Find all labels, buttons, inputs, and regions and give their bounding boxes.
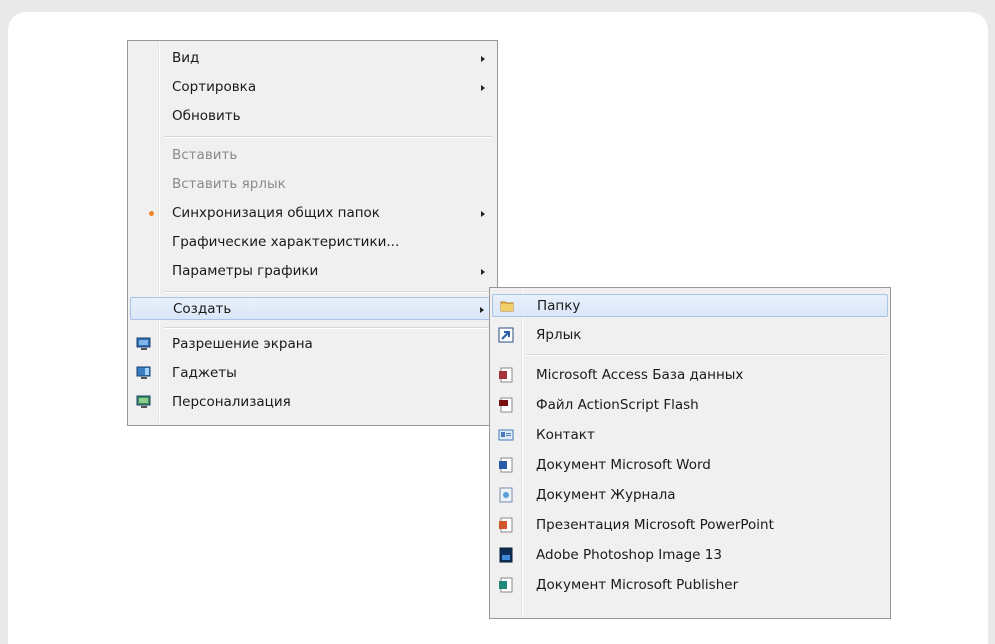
publisher-icon bbox=[498, 577, 514, 593]
word-icon bbox=[498, 457, 514, 473]
flash-file-icon bbox=[498, 397, 514, 413]
photoshop-icon bbox=[498, 547, 514, 563]
desktop-context-menu: Вид Сортировка Обновить Вставить Вставит… bbox=[127, 40, 498, 426]
journal-icon bbox=[498, 487, 514, 503]
submenu-item-access-db[interactable]: Microsoft Access База данных bbox=[492, 364, 888, 387]
submenu-item-shortcut[interactable]: Ярлык bbox=[492, 324, 888, 347]
menu-item-personalization[interactable]: Персонализация bbox=[130, 391, 495, 414]
menu-separator bbox=[526, 354, 886, 356]
menu-item-paste: Вставить bbox=[172, 147, 238, 163]
menu-item-paste-shortcut: Вставить ярлык bbox=[172, 176, 286, 192]
menu-item-view[interactable]: Вид bbox=[130, 47, 495, 70]
submenu-arrow-icon bbox=[480, 307, 484, 313]
shortcut-icon bbox=[498, 327, 514, 343]
menu-item-screen-resolution[interactable]: Разрешение экрана bbox=[130, 333, 495, 356]
submenu-arrow-icon bbox=[481, 269, 485, 275]
submenu-arrow-icon bbox=[481, 85, 485, 91]
gadgets-icon bbox=[136, 365, 152, 381]
contact-icon bbox=[498, 427, 514, 443]
menu-separator bbox=[164, 291, 493, 293]
menu-separator bbox=[164, 327, 493, 329]
menu-item-gadgets[interactable]: Гаджеты bbox=[130, 362, 495, 385]
powerpoint-icon bbox=[498, 517, 514, 533]
submenu-item-photoshop-image[interactable]: Adobe Photoshop Image 13 bbox=[492, 544, 888, 567]
sync-dot-icon bbox=[149, 211, 154, 216]
submenu-item-folder[interactable]: Папку bbox=[492, 294, 888, 317]
create-submenu: Папку Ярлык Microsoft Access База данных… bbox=[489, 287, 891, 619]
menu-item-graphics-properties[interactable]: Графические характеристики... bbox=[130, 231, 495, 254]
submenu-item-powerpoint[interactable]: Презентация Microsoft PowerPoint bbox=[492, 514, 888, 537]
submenu-item-journal-document[interactable]: Документ Журнала bbox=[492, 484, 888, 507]
menu-item-sync-shared-folders[interactable]: Синхронизация общих папок bbox=[130, 202, 495, 225]
menu-separator bbox=[164, 136, 493, 138]
submenu-item-contact[interactable]: Контакт bbox=[492, 424, 888, 447]
menu-item-create[interactable]: Создать bbox=[130, 297, 495, 320]
submenu-arrow-icon bbox=[481, 211, 485, 217]
menu-item-graphics-options[interactable]: Параметры графики bbox=[130, 260, 495, 283]
submenu-item-word-document[interactable]: Документ Microsoft Word bbox=[492, 454, 888, 477]
access-icon bbox=[498, 367, 514, 383]
display-icon bbox=[136, 336, 152, 352]
submenu-item-actionscript-flash[interactable]: Файл ActionScript Flash bbox=[492, 394, 888, 417]
folder-icon bbox=[499, 298, 515, 314]
personalization-icon bbox=[136, 394, 152, 410]
submenu-item-publisher-document[interactable]: Документ Microsoft Publisher bbox=[492, 574, 888, 597]
submenu-arrow-icon bbox=[481, 56, 485, 62]
menu-item-refresh[interactable]: Обновить bbox=[130, 105, 495, 128]
menu-item-sort[interactable]: Сортировка bbox=[130, 76, 495, 99]
